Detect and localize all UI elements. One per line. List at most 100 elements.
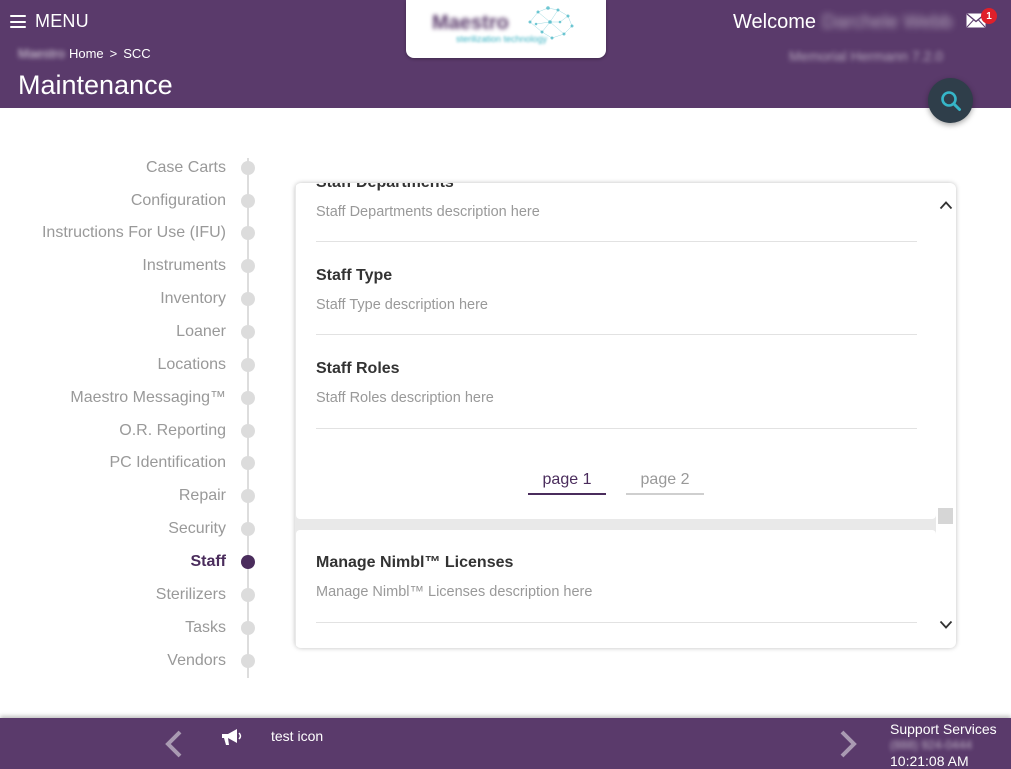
nav-item-label: Inventory	[160, 290, 226, 307]
nav-item-label: Instructions For Use (IFU)	[41, 224, 226, 241]
chevron-up-icon	[939, 201, 953, 210]
nav-item-inventory[interactable]: Inventory	[0, 288, 260, 310]
nav-dot	[241, 161, 255, 175]
nav-item-label: Configuration	[130, 192, 226, 209]
app-header: MENU Maestro Home > SCC Maintenance Maes…	[0, 0, 1011, 108]
search-icon	[940, 90, 961, 111]
hamburger-icon	[10, 15, 26, 28]
nav-dot	[241, 259, 255, 273]
item-title: Staff Departments	[316, 183, 917, 192]
user-name[interactable]: Darchele Webb	[822, 12, 953, 34]
logo-name: Maestro	[432, 12, 509, 34]
nav-item-repair[interactable]: Repair	[0, 485, 260, 507]
item-description: Staff Type description here	[316, 297, 488, 313]
nav-item-label: Locations	[157, 356, 227, 373]
chevron-right-icon[interactable]	[836, 728, 860, 760]
nav-item-locations[interactable]: Locations	[0, 354, 260, 376]
nav-item-label: Security	[168, 520, 226, 537]
welcome-label: Welcome	[733, 11, 816, 33]
brain-network-icon	[528, 6, 574, 40]
notification-badge[interactable]: 1	[981, 8, 997, 24]
licenses-section-card: Manage Nimbl™ Licenses Manage Nimbl™ Lic…	[296, 530, 936, 648]
breadcrumb-current: SCC	[123, 46, 151, 61]
nav-item-label: Instruments	[142, 257, 226, 274]
list-item-staff-type[interactable]: Staff Type Staff Type description here	[316, 267, 917, 335]
list-item-manage-nimbl-licenses[interactable]: Manage Nimbl™ Licenses Manage Nimbl™ Lic…	[316, 554, 917, 623]
item-title: Staff Type	[316, 267, 393, 284]
nav-dot	[241, 489, 255, 503]
breadcrumb-separator: >	[109, 46, 118, 61]
nav-dot	[241, 358, 255, 372]
page-title: Maintenance	[18, 70, 173, 100]
nav-dot	[241, 522, 255, 536]
item-title: Staff Roles	[316, 360, 400, 377]
item-title: Manage Nimbl™ Licenses	[316, 554, 514, 571]
welcome-text: Welcome Darchele Webb	[733, 11, 953, 34]
section-nav: Case Carts Configuration Instructions Fo…	[0, 150, 260, 680]
nav-dot	[241, 194, 255, 208]
breadcrumb-home-link[interactable]: Home	[69, 46, 104, 61]
scroll-down-button[interactable]	[936, 615, 956, 635]
scroll-up-button[interactable]	[936, 195, 956, 215]
nav-dot-active	[241, 555, 255, 569]
list-item-staff-departments[interactable]: Staff Departments Staff Departments desc…	[316, 183, 917, 242]
nav-item-label: Staff	[190, 553, 226, 570]
nav-dot	[241, 325, 255, 339]
nav-dot	[241, 424, 255, 438]
item-description: Staff Roles description here	[316, 390, 494, 406]
nav-item-staff[interactable]: Staff	[0, 551, 260, 573]
nav-item-ifu[interactable]: Instructions For Use (IFU)	[0, 222, 260, 244]
nav-item-label: Repair	[178, 487, 226, 504]
nav-item-security[interactable]: Security	[0, 518, 260, 540]
nav-item-maestro-messaging[interactable]: Maestro Messaging™	[0, 387, 260, 409]
list-item-staff-roles[interactable]: Staff Roles Staff Roles description here	[316, 360, 917, 429]
nav-item-pc-identification[interactable]: PC Identification	[0, 452, 260, 474]
chevron-left-icon[interactable]	[162, 728, 186, 760]
menu-button[interactable]: MENU	[10, 11, 89, 32]
app-logo[interactable]: Maestro sterilization technology	[406, 0, 606, 58]
nav-item-sterilizers[interactable]: Sterilizers	[0, 584, 260, 606]
nav-dot	[241, 654, 255, 668]
nav-dot	[241, 588, 255, 602]
nav-dot	[241, 292, 255, 306]
support-label[interactable]: Support Services	[890, 721, 997, 737]
nav-item-tasks[interactable]: Tasks	[0, 617, 260, 639]
breadcrumb-brand: Maestro	[18, 46, 65, 61]
nav-item-label: Tasks	[185, 619, 226, 636]
nav-item-case-carts[interactable]: Case Carts	[0, 157, 260, 179]
nav-item-label: Sterilizers	[155, 586, 226, 603]
chevron-down-icon	[939, 620, 953, 629]
nav-item-label: Vendors	[167, 652, 226, 669]
megaphone-icon	[222, 729, 242, 745]
app-footer: test icon Support Services (888) 924-044…	[0, 718, 1011, 769]
nav-item-instruments[interactable]: Instruments	[0, 255, 260, 277]
clock-time: 10:21:08 AM	[890, 753, 969, 769]
item-description: Manage Nimbl™ Licenses description here	[316, 584, 593, 600]
facility-name: Memorial Hermann 7.2.0	[789, 48, 944, 64]
nav-item-vendors[interactable]: Vendors	[0, 650, 260, 672]
nav-item-label: Case Carts	[145, 159, 226, 176]
item-description: Staff Departments description here	[316, 204, 540, 220]
support-phone: (888) 924-0444	[890, 738, 973, 752]
nav-item-or-reporting[interactable]: O.R. Reporting	[0, 420, 260, 442]
menu-label: MENU	[35, 11, 89, 31]
nav-dot	[241, 621, 255, 635]
breadcrumb: Maestro Home > SCC	[18, 46, 151, 61]
nav-dot	[241, 391, 255, 405]
nav-item-label: PC Identification	[109, 454, 226, 471]
search-button[interactable]	[928, 78, 973, 123]
panel-scrollbar[interactable]	[936, 183, 956, 648]
nav-item-label: Maestro Messaging™	[70, 389, 226, 406]
scrollbar-thumb[interactable]	[938, 508, 953, 524]
staff-section-card: Staff Departments Staff Departments desc…	[296, 183, 936, 519]
nav-item-configuration[interactable]: Configuration	[0, 190, 260, 212]
nav-item-loaner[interactable]: Loaner	[0, 321, 260, 343]
footer-message: test icon	[271, 728, 324, 744]
page-2-button[interactable]: page 2	[626, 469, 704, 495]
nav-dot	[241, 226, 255, 240]
nav-item-label: Loaner	[176, 323, 226, 340]
maintenance-panel: Staff Departments Staff Departments desc…	[295, 183, 956, 648]
nav-dot	[241, 456, 255, 470]
support-info: Support Services (888) 924-0444 10:21:08…	[890, 721, 997, 769]
page-1-button[interactable]: page 1	[528, 469, 606, 495]
